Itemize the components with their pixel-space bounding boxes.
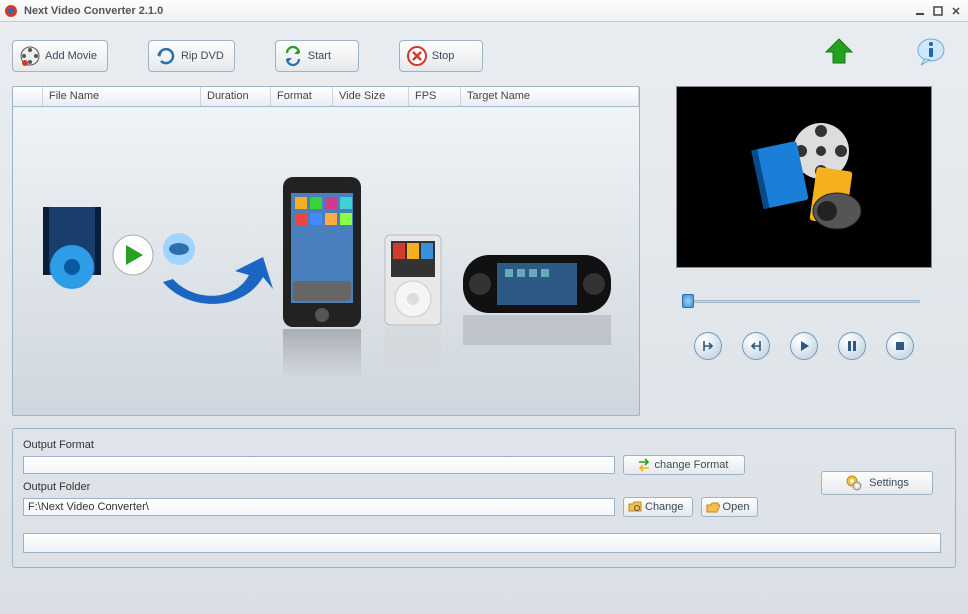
close-button[interactable] [948, 4, 964, 18]
output-panel: Output Format change Format Output Folde… [12, 428, 956, 568]
swap-icon [636, 457, 652, 473]
start-label: Start [308, 50, 331, 62]
preview-pane [676, 86, 932, 268]
dvd-refresh-icon [155, 45, 177, 67]
list-header: File Name Duration Format Vide Size FPS … [13, 87, 639, 107]
folder-open-icon [706, 500, 720, 514]
playback-controls [676, 332, 932, 360]
upload-arrow-icon[interactable] [822, 37, 856, 65]
start-button[interactable]: Start [275, 40, 359, 72]
titlebar: Next Video Converter 2.1.0 [0, 0, 968, 22]
progress-bar [23, 533, 941, 553]
col-file-name[interactable]: File Name [43, 87, 201, 106]
change-folder-button[interactable]: Change [623, 497, 693, 517]
info-icon[interactable] [916, 36, 946, 66]
pause-button[interactable] [838, 332, 866, 360]
seek-track [690, 300, 920, 303]
seek-slider[interactable] [682, 292, 926, 310]
change-folder-label: Change [645, 501, 684, 513]
stop-circle-icon [406, 45, 428, 67]
change-format-button[interactable]: change Format [623, 455, 745, 475]
app-icon [4, 4, 18, 18]
output-folder-label: Output Folder [23, 481, 945, 493]
rip-dvd-label: Rip DVD [181, 50, 224, 62]
preview-column [676, 86, 932, 416]
minimize-button[interactable] [912, 4, 928, 18]
open-folder-button[interactable]: Open [701, 497, 759, 517]
gear-icon [845, 474, 863, 492]
add-movie-label: Add Movie [45, 50, 97, 62]
col-format[interactable]: Format [271, 87, 333, 106]
output-format-label: Output Format [23, 439, 945, 451]
refresh-icon [282, 45, 304, 67]
stop-playback-button[interactable] [886, 332, 914, 360]
mark-in-button[interactable] [694, 332, 722, 360]
rip-dvd-button[interactable]: Rip DVD [148, 40, 235, 72]
settings-button[interactable]: Settings [821, 471, 933, 495]
film-reel-icon [19, 45, 41, 67]
mid-row: File Name Duration Format Vide Size FPS … [12, 86, 956, 416]
change-format-label: change Format [655, 459, 729, 471]
add-movie-button[interactable]: Add Movie [12, 40, 108, 72]
window-title: Next Video Converter 2.1.0 [24, 5, 910, 17]
app-body: Add Movie Rip DVD Start Stop File Name D… [0, 22, 968, 614]
settings-label: Settings [869, 477, 909, 489]
right-corner-controls [822, 36, 946, 66]
file-list-panel: File Name Duration Format Vide Size FPS … [12, 86, 640, 416]
col-fps[interactable]: FPS [409, 87, 461, 106]
col-video-size[interactable]: Vide Size [333, 87, 409, 106]
folder-search-icon [628, 500, 642, 514]
output-format-input[interactable] [23, 456, 615, 474]
seek-thumb[interactable] [682, 294, 694, 308]
col-checkbox[interactable] [13, 87, 43, 106]
play-button[interactable] [790, 332, 818, 360]
main-toolbar: Add Movie Rip DVD Start Stop [12, 34, 956, 78]
open-folder-label: Open [723, 501, 750, 513]
maximize-button[interactable] [930, 4, 946, 18]
col-duration[interactable]: Duration [201, 87, 271, 106]
mark-out-button[interactable] [742, 332, 770, 360]
stop-label: Stop [432, 50, 455, 62]
background-artwork [13, 107, 639, 415]
stop-button[interactable]: Stop [399, 40, 483, 72]
col-target-name[interactable]: Target Name [461, 87, 639, 106]
output-folder-input[interactable] [23, 498, 615, 516]
